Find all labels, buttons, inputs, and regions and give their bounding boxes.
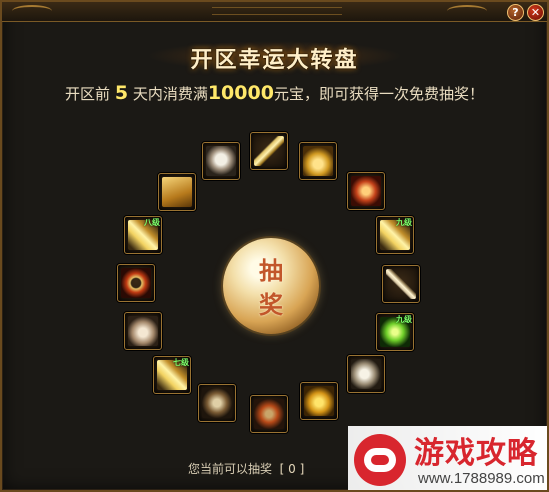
watermark-url: www.1788989.com: [418, 470, 545, 487]
ornament-left: [12, 5, 52, 17]
event-description: 开区前 5 天内消费满10000元宝，即可获得一次免费抽奖！: [2, 82, 547, 104]
level-badge: 九级: [396, 218, 412, 227]
prize-slot[interactable]: [124, 312, 162, 350]
close-button[interactable]: ✕: [527, 4, 544, 21]
prize-slot[interactable]: 七级: [153, 356, 191, 394]
draw-button[interactable]: 抽 奖: [223, 238, 319, 334]
draw-count-status: 您当前可以抽奖 [ 0 ]: [188, 460, 304, 477]
prize-slot[interactable]: [347, 172, 385, 210]
level-badge: 九级: [396, 315, 412, 324]
prize-slot[interactable]: [299, 142, 337, 180]
draw-count-value: [ 0 ]: [279, 462, 305, 476]
draw-button-label-1: 抽: [259, 256, 283, 285]
draw-count-label: 您当前可以抽奖: [188, 462, 273, 476]
title-bar: ? ✕: [2, 2, 547, 22]
golden-crown-icon: [303, 146, 333, 176]
prize-slot[interactable]: [158, 173, 196, 211]
bone-staff-icon: [386, 269, 416, 299]
fire-armor-icon: [351, 176, 381, 206]
crossed-weapons-icon: [202, 388, 232, 418]
draw-button-label-2: 奖: [259, 290, 283, 319]
golden-claw-icon: [304, 386, 334, 416]
ornament-center: [212, 7, 342, 15]
lucky-wheel-window: ? ✕ 开区幸运大转盘 开区前 5 天内消费满10000元宝，即可获得一次免费抽…: [0, 0, 549, 492]
prize-slot[interactable]: 八级: [124, 216, 162, 254]
desc-middle: 天内消费满: [128, 85, 208, 103]
dark-helmet-icon: [254, 399, 284, 429]
prize-slot[interactable]: [202, 142, 240, 180]
prize-slot[interactable]: [250, 132, 288, 170]
prize-slot[interactable]: [347, 355, 385, 393]
prize-slot[interactable]: [300, 382, 338, 420]
amount-value: 10000: [207, 82, 274, 104]
level-badge: 八级: [144, 218, 160, 227]
skull-helmet-icon: [206, 146, 236, 176]
silver-gauntlet-icon: [128, 316, 158, 346]
page-title: 开区幸运大转盘: [190, 47, 359, 73]
white-feather-armor-icon: [351, 359, 381, 389]
prize-slot[interactable]: 九级: [376, 313, 414, 351]
help-button[interactable]: ?: [507, 4, 524, 21]
ancient-scroll-icon: [162, 177, 192, 207]
desc-suffix: 元宝，即可获得一次免费抽奖！: [273, 85, 484, 103]
ornament-right: [447, 5, 487, 17]
level-badge: 七级: [173, 358, 189, 367]
watermark-title: 游戏攻略: [414, 436, 538, 471]
days-value: 5: [114, 82, 129, 104]
prize-slot[interactable]: 九级: [376, 216, 414, 254]
fire-ring-icon: [121, 268, 151, 298]
golden-sword-icon: [254, 136, 284, 166]
prize-slot[interactable]: [198, 384, 236, 422]
watermark: 游戏攻略 www.1788989.com: [348, 426, 547, 490]
desc-prefix: 开区前: [65, 85, 115, 103]
gamepad-logo-icon: [354, 434, 406, 486]
prize-slot[interactable]: [250, 395, 288, 433]
prize-slot[interactable]: [117, 264, 155, 302]
prize-slot[interactable]: [382, 265, 420, 303]
